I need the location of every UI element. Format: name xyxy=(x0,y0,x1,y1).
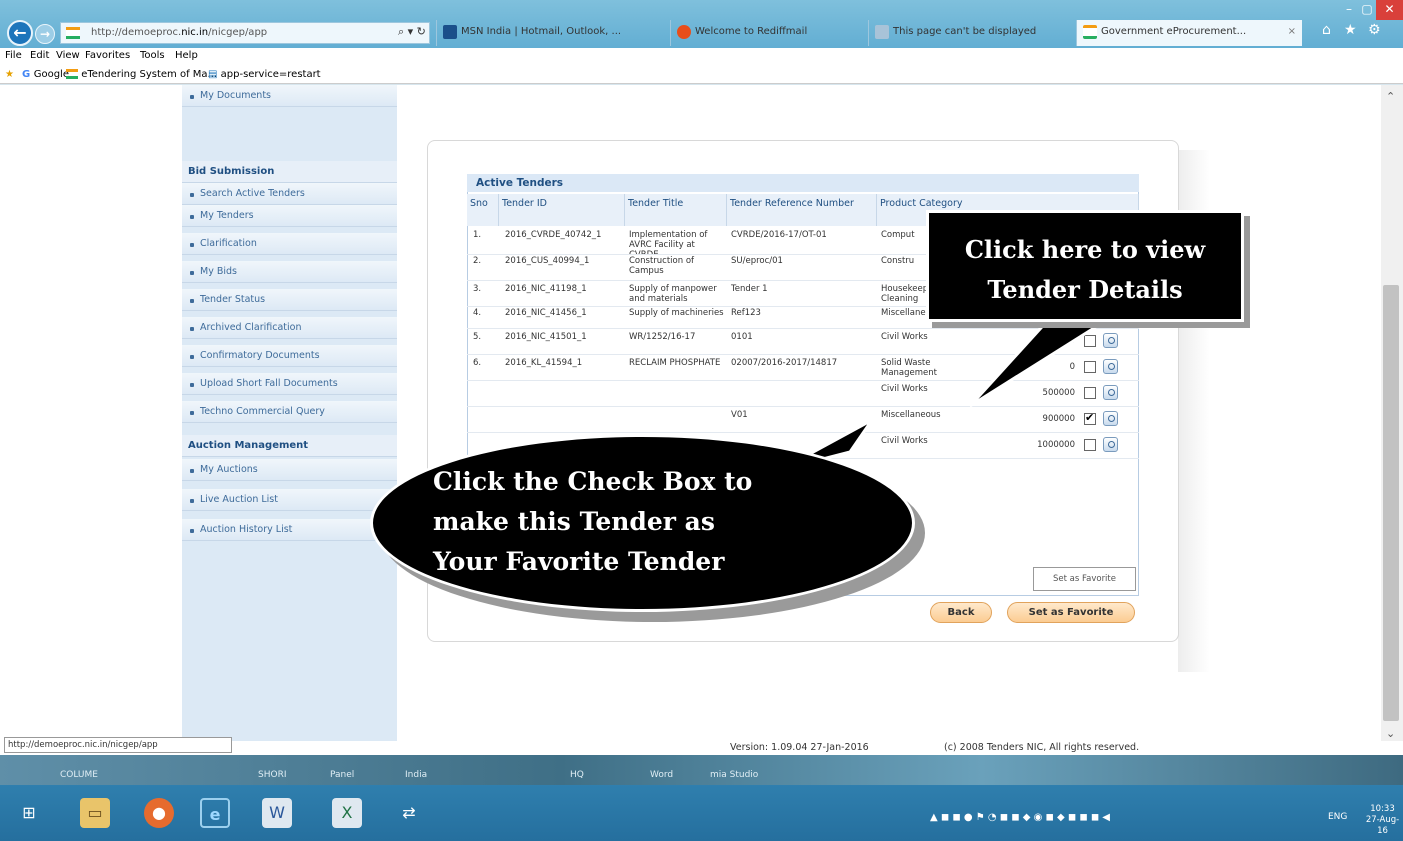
file-explorer-icon[interactable]: ▭ xyxy=(80,798,110,828)
clock[interactable]: 10:33 27-Aug-16 xyxy=(1362,804,1403,837)
clock-time: 10:33 xyxy=(1370,804,1395,814)
callout-view-line1: Click here to view xyxy=(964,235,1206,264)
callout-favorite-checkbox: Click the Check Box to make this Tender … xyxy=(370,434,915,612)
desktop-label: Panel xyxy=(330,770,355,780)
desktop-label: COLUME xyxy=(60,770,98,780)
scrollbar-thumb[interactable] xyxy=(1383,285,1399,721)
desktop-label: mia Studio xyxy=(710,770,759,780)
firefox-icon[interactable]: ● xyxy=(144,798,174,828)
start-windows-icon[interactable]: ⊞ xyxy=(14,798,44,828)
language-indicator[interactable]: ENG xyxy=(1328,812,1347,822)
callout-check-line1: Click the Check Box to xyxy=(433,467,753,496)
clock-date: 27-Aug-16 xyxy=(1365,815,1400,836)
word-icon[interactable]: W xyxy=(262,798,292,828)
desktop-label: SHORI xyxy=(258,770,287,780)
internet-explorer-icon[interactable]: e xyxy=(200,798,230,828)
copyright-text: (c) 2008 Tenders NIC, All rights reserve… xyxy=(944,742,1140,753)
desktop-background xyxy=(0,755,1403,785)
callout-check-line3: Your Favorite Tender xyxy=(433,547,725,576)
desktop-label: Word xyxy=(650,770,674,780)
teamviewer-icon[interactable]: ⇄ xyxy=(394,798,424,828)
desktop-label: India xyxy=(405,770,428,780)
scroll-up-arrow-icon[interactable]: ⌃ xyxy=(1386,90,1395,103)
callout-pointers xyxy=(779,316,1116,472)
excel-icon[interactable]: X xyxy=(332,798,362,828)
system-tray-icons[interactable]: ▲ ◼ ◼ ● ⚑ ◔ ◼ ◼ ◆ ◉ ◼ ◆ ◼ ◼ ◼ ◀ xyxy=(930,812,1110,823)
version-text: Version: 1.09.04 27-Jan-2016 xyxy=(730,742,869,753)
status-url: http://demoeproc.nic.in/nicgep/app xyxy=(4,737,232,753)
scroll-down-arrow-icon[interactable]: ⌄ xyxy=(1386,727,1395,740)
callout-view-pointer xyxy=(968,316,1116,408)
callout-view-line2: Tender Details xyxy=(987,275,1183,304)
callout-view-details: Click here to view Tender Details xyxy=(926,210,1244,322)
desktop-label: HQ xyxy=(570,770,584,780)
callout-check-line2: make this Tender as xyxy=(433,507,715,536)
